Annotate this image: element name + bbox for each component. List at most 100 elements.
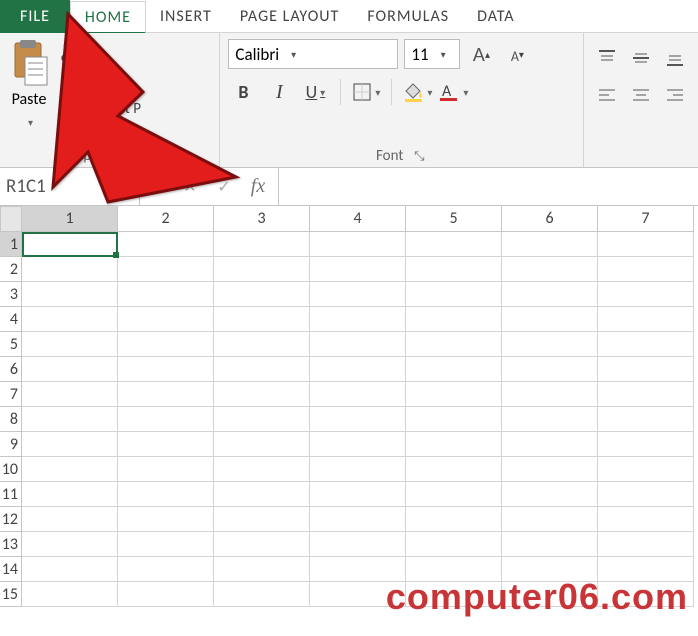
select-all-corner[interactable] bbox=[0, 206, 22, 232]
row-header[interactable]: 1 bbox=[0, 232, 22, 257]
cell[interactable] bbox=[118, 282, 214, 307]
copy-dropdown[interactable] bbox=[117, 72, 125, 90]
cell[interactable] bbox=[118, 307, 214, 332]
cell[interactable] bbox=[214, 282, 310, 307]
cell[interactable] bbox=[118, 382, 214, 407]
cell[interactable] bbox=[598, 257, 694, 282]
font-color-button[interactable]: A bbox=[438, 77, 468, 107]
decrease-font-size-button[interactable]: A▾ bbox=[502, 39, 532, 69]
cell[interactable] bbox=[214, 432, 310, 457]
cell[interactable] bbox=[214, 557, 310, 582]
cell[interactable] bbox=[598, 282, 694, 307]
col-header[interactable]: 5 bbox=[406, 206, 502, 232]
cell[interactable] bbox=[598, 407, 694, 432]
cell[interactable] bbox=[598, 307, 694, 332]
font-dialog-launcher[interactable]: ⤡ bbox=[411, 148, 427, 164]
borders-button[interactable] bbox=[351, 77, 381, 107]
align-right-button[interactable] bbox=[660, 81, 690, 111]
cell[interactable] bbox=[502, 257, 598, 282]
cell[interactable] bbox=[502, 407, 598, 432]
cell[interactable] bbox=[214, 407, 310, 432]
cell[interactable] bbox=[502, 482, 598, 507]
cell[interactable] bbox=[118, 532, 214, 557]
tab-file[interactable]: FILE bbox=[0, 0, 70, 33]
cell[interactable] bbox=[406, 357, 502, 382]
cell[interactable] bbox=[406, 482, 502, 507]
cell[interactable] bbox=[22, 407, 118, 432]
cell[interactable] bbox=[22, 557, 118, 582]
cell[interactable] bbox=[598, 432, 694, 457]
cell[interactable] bbox=[22, 582, 118, 607]
cell[interactable] bbox=[406, 257, 502, 282]
cell[interactable] bbox=[118, 482, 214, 507]
cell[interactable] bbox=[22, 382, 118, 407]
cut-button[interactable] bbox=[60, 43, 141, 63]
font-family-dropdown[interactable]: Calibri▾ bbox=[228, 39, 398, 69]
cell[interactable] bbox=[310, 507, 406, 532]
cell[interactable] bbox=[118, 507, 214, 532]
row-header[interactable]: 15 bbox=[0, 582, 22, 607]
align-center-button[interactable] bbox=[626, 81, 656, 111]
align-top-button[interactable] bbox=[592, 43, 622, 73]
cell[interactable] bbox=[22, 332, 118, 357]
row-header[interactable]: 2 bbox=[0, 257, 22, 282]
bold-button[interactable]: B bbox=[228, 77, 258, 107]
fill-color-button[interactable] bbox=[402, 77, 432, 107]
cell[interactable] bbox=[502, 507, 598, 532]
row-header[interactable]: 3 bbox=[0, 282, 22, 307]
cell[interactable] bbox=[502, 357, 598, 382]
formula-input[interactable] bbox=[278, 168, 698, 205]
underline-button[interactable]: U bbox=[300, 77, 330, 107]
col-header[interactable]: 4 bbox=[310, 206, 406, 232]
row-header[interactable]: 8 bbox=[0, 407, 22, 432]
cell[interactable] bbox=[310, 382, 406, 407]
align-bottom-button[interactable] bbox=[660, 43, 690, 73]
cell[interactable] bbox=[406, 432, 502, 457]
cell[interactable] bbox=[502, 232, 598, 257]
cell[interactable] bbox=[502, 457, 598, 482]
row-header[interactable]: 4 bbox=[0, 307, 22, 332]
col-header[interactable]: 3 bbox=[214, 206, 310, 232]
tab-page-layout[interactable]: PAGE LAYOUT bbox=[226, 0, 354, 33]
row-header[interactable]: 13 bbox=[0, 532, 22, 557]
cell[interactable] bbox=[214, 382, 310, 407]
cell[interactable] bbox=[22, 232, 118, 257]
cell[interactable] bbox=[598, 357, 694, 382]
cell[interactable] bbox=[598, 457, 694, 482]
cell[interactable] bbox=[22, 357, 118, 382]
cell[interactable] bbox=[310, 457, 406, 482]
cell[interactable] bbox=[406, 307, 502, 332]
tab-home[interactable]: HOME bbox=[70, 1, 146, 34]
cell[interactable] bbox=[502, 307, 598, 332]
cell[interactable] bbox=[598, 532, 694, 557]
cell[interactable] bbox=[118, 557, 214, 582]
row-header[interactable]: 11 bbox=[0, 482, 22, 507]
cell[interactable] bbox=[598, 507, 694, 532]
cell[interactable] bbox=[214, 307, 310, 332]
cell[interactable] bbox=[118, 332, 214, 357]
font-size-dropdown[interactable]: 11▾ bbox=[404, 39, 460, 69]
cell[interactable] bbox=[406, 382, 502, 407]
paste-dropdown[interactable] bbox=[25, 112, 33, 131]
cell[interactable] bbox=[118, 582, 214, 607]
cell[interactable] bbox=[310, 482, 406, 507]
cell[interactable] bbox=[118, 432, 214, 457]
cell[interactable] bbox=[214, 582, 310, 607]
cell[interactable] bbox=[214, 257, 310, 282]
row-header[interactable]: 14 bbox=[0, 557, 22, 582]
cell[interactable] bbox=[22, 257, 118, 282]
cell[interactable] bbox=[310, 282, 406, 307]
cell[interactable] bbox=[118, 457, 214, 482]
cell[interactable] bbox=[118, 232, 214, 257]
format-painter-button[interactable]: Format P bbox=[60, 99, 141, 119]
italic-button[interactable]: I bbox=[264, 77, 294, 107]
cell[interactable] bbox=[310, 307, 406, 332]
cell[interactable] bbox=[502, 282, 598, 307]
cell[interactable] bbox=[22, 282, 118, 307]
tab-data[interactable]: DATA bbox=[463, 0, 528, 33]
cell[interactable] bbox=[502, 332, 598, 357]
cell[interactable] bbox=[406, 457, 502, 482]
cell[interactable] bbox=[406, 332, 502, 357]
col-header[interactable]: 2 bbox=[118, 206, 214, 232]
row-header[interactable]: 12 bbox=[0, 507, 22, 532]
